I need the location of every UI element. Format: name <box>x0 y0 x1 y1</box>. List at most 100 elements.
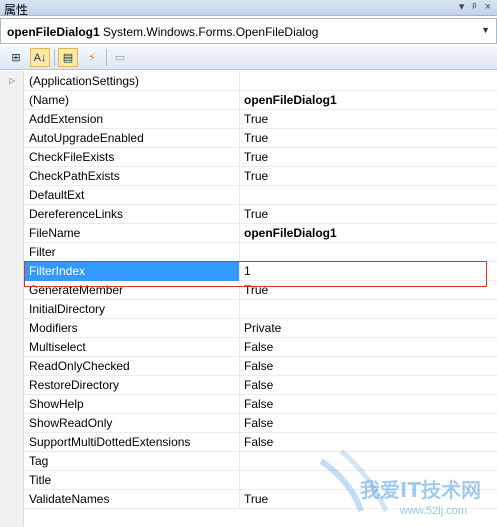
property-value[interactable]: False <box>244 359 273 373</box>
property-name[interactable]: ReadOnlyChecked <box>29 359 234 373</box>
property-name[interactable]: CheckFileExists <box>29 150 234 164</box>
property-name[interactable]: RestoreDirectory <box>29 378 234 392</box>
property-value[interactable]: openFileDialog1 <box>244 93 337 107</box>
property-value[interactable]: True <box>244 112 268 126</box>
property-value[interactable]: False <box>244 416 273 430</box>
close-icon[interactable]: × <box>485 0 491 15</box>
property-value[interactable]: openFileDialog1 <box>244 226 337 240</box>
property-value[interactable]: False <box>244 435 273 449</box>
property-row[interactable]: FileName openFileDialog1 <box>24 224 497 243</box>
property-name[interactable]: ShowReadOnly <box>29 416 234 430</box>
property-name[interactable]: (Name) <box>29 93 234 107</box>
column-divider[interactable] <box>239 433 240 452</box>
expand-icon[interactable]: ▷ <box>9 76 15 85</box>
column-divider[interactable] <box>239 167 240 186</box>
property-name[interactable]: FileName <box>29 226 234 240</box>
property-row[interactable]: CheckPathExists True <box>24 167 497 186</box>
property-pages-icon[interactable]: ▭ <box>110 48 130 67</box>
column-divider[interactable] <box>239 72 240 91</box>
properties-toolbar: ⊞ A↓ ▤ ⚡ ▭ <box>0 46 497 70</box>
column-divider[interactable] <box>239 186 240 205</box>
property-value[interactable]: Private <box>244 321 281 335</box>
property-name[interactable]: CheckPathExists <box>29 169 234 183</box>
property-name[interactable]: AddExtension <box>29 112 234 126</box>
watermark-text: 我爱IT技术网 <box>359 478 481 502</box>
column-divider[interactable] <box>239 300 240 319</box>
column-divider[interactable] <box>239 452 240 471</box>
toolbar-separator <box>106 49 107 66</box>
property-row[interactable]: ShowHelp False <box>24 395 497 414</box>
property-value[interactable]: False <box>244 397 273 411</box>
property-row[interactable]: InitialDirectory <box>24 300 497 319</box>
property-row[interactable]: ReadOnlyChecked False <box>24 357 497 376</box>
column-divider[interactable] <box>239 338 240 357</box>
annotation-highlight <box>24 261 487 287</box>
column-divider[interactable] <box>239 224 240 243</box>
property-row[interactable]: CheckFileExists True <box>24 148 497 167</box>
property-row[interactable]: DereferenceLinks True <box>24 205 497 224</box>
categorized-icon[interactable]: ⊞ <box>6 48 26 67</box>
property-name[interactable]: Tag <box>29 454 234 468</box>
column-divider[interactable] <box>239 490 240 509</box>
property-row[interactable]: AddExtension True <box>24 110 497 129</box>
column-divider[interactable] <box>239 243 240 262</box>
column-divider[interactable] <box>239 395 240 414</box>
pin-icon[interactable]: ᵖ <box>472 0 476 15</box>
column-divider[interactable] <box>239 357 240 376</box>
property-name[interactable]: DereferenceLinks <box>29 207 234 221</box>
column-divider[interactable] <box>239 471 240 490</box>
watermark-url: www.52ij.com <box>399 505 467 517</box>
column-divider[interactable] <box>239 148 240 167</box>
property-row[interactable]: Multiselect False <box>24 338 497 357</box>
property-row[interactable]: (Name) openFileDialog1 <box>24 91 497 110</box>
property-value[interactable]: True <box>244 150 268 164</box>
property-name[interactable]: Title <box>29 473 234 487</box>
column-divider[interactable] <box>239 91 240 110</box>
property-row[interactable]: AutoUpgradeEnabled True <box>24 129 497 148</box>
toolbar-separator <box>54 49 55 66</box>
property-name[interactable]: ValidateNames <box>29 492 234 506</box>
property-grid: ▷ (ApplicationSettings) (Name) openFileDia… <box>0 71 497 527</box>
alphabetical-icon[interactable]: A↓ <box>30 48 50 67</box>
titlebar-buttons: ▾ ᵖ × <box>459 0 491 15</box>
column-divider[interactable] <box>239 376 240 395</box>
property-value[interactable]: True <box>244 169 268 183</box>
property-value[interactable]: False <box>244 378 273 392</box>
properties-titlebar: 属性 ▾ ᵖ × <box>0 0 497 17</box>
object-name: openFileDialog1 <box>7 25 100 39</box>
property-row[interactable]: Modifiers Private <box>24 319 497 338</box>
property-name[interactable]: InitialDirectory <box>29 302 234 316</box>
window-title: 属性 <box>4 3 29 17</box>
property-name[interactable]: (ApplicationSettings) <box>29 74 234 88</box>
property-name[interactable]: SupportMultiDottedExtensions <box>29 435 234 449</box>
column-divider[interactable] <box>239 205 240 224</box>
property-name[interactable]: Multiselect <box>29 340 234 354</box>
property-row[interactable]: (ApplicationSettings) <box>24 72 497 91</box>
events-icon[interactable]: ⚡ <box>82 48 102 67</box>
object-type: System.Windows.Forms.OpenFileDialog <box>103 25 319 39</box>
property-value[interactable]: True <box>244 492 268 506</box>
property-value[interactable]: False <box>244 340 273 354</box>
chevron-down-icon[interactable]: ▼ <box>481 25 490 35</box>
dropdown-icon[interactable]: ▾ <box>459 0 465 15</box>
column-divider[interactable] <box>239 414 240 433</box>
property-name[interactable]: Filter <box>29 245 234 259</box>
property-row[interactable]: RestoreDirectory False <box>24 376 497 395</box>
property-name[interactable]: Modifiers <box>29 321 234 335</box>
property-row[interactable]: DefaultExt <box>24 186 497 205</box>
property-name[interactable]: DefaultExt <box>29 188 234 202</box>
object-selector[interactable]: openFileDialog1 System.Windows.Forms.Ope… <box>0 18 497 44</box>
property-value[interactable]: True <box>244 131 268 145</box>
column-divider[interactable] <box>239 129 240 148</box>
column-divider[interactable] <box>239 110 240 129</box>
properties-icon[interactable]: ▤ <box>58 48 78 67</box>
property-row[interactable]: Filter <box>24 243 497 262</box>
property-name[interactable]: AutoUpgradeEnabled <box>29 131 234 145</box>
property-row[interactable]: ShowReadOnly False <box>24 414 497 433</box>
object-label: openFileDialog1 System.Windows.Forms.Ope… <box>7 25 318 39</box>
property-value[interactable]: True <box>244 207 268 221</box>
grid-gutter: ▷ <box>0 71 24 527</box>
watermark: 我爱IT技术网 www.52ij.com <box>291 441 491 521</box>
column-divider[interactable] <box>239 319 240 338</box>
property-name[interactable]: ShowHelp <box>29 397 234 411</box>
